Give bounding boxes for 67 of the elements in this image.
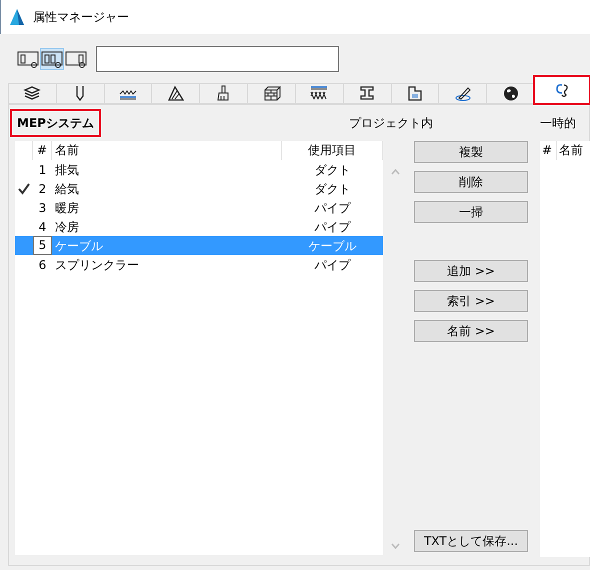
view-button[interactable]	[40, 48, 64, 70]
column-header[interactable]: #	[540, 141, 557, 160]
profile-lines-icon	[310, 85, 328, 102]
row-name: 排気	[54, 162, 80, 178]
row-name: 給気	[54, 180, 80, 198]
tab[interactable]	[247, 83, 295, 104]
row-name: ケーブル	[54, 238, 104, 254]
tab[interactable]	[199, 83, 248, 104]
column-header[interactable]: 名前	[52, 141, 282, 160]
column-header[interactable]: 使用項目	[282, 141, 383, 160]
list-row[interactable]: 4 冷房 パイプ	[15, 217, 383, 236]
scroll-down-icon	[391, 543, 400, 549]
panel-heading: MEPシステム	[10, 109, 101, 137]
scroll-up-icon	[391, 169, 400, 175]
app-logo-icon	[9, 8, 25, 26]
tab[interactable]	[390, 83, 438, 104]
tab[interactable]	[151, 83, 200, 104]
row-number: 4	[38, 218, 48, 236]
zone-icon	[406, 85, 424, 102]
list-row[interactable]: 2 給気 ダクト	[15, 179, 383, 198]
row-usage: パイプ	[314, 256, 352, 274]
action-button[interactable]: 名前 >>	[414, 320, 528, 342]
tab[interactable]	[104, 83, 152, 104]
row-number: 2	[38, 180, 48, 198]
split-view-icon	[41, 48, 63, 68]
tab[interactable]	[8, 83, 56, 104]
window-title: 属性マネージャー	[33, 9, 129, 26]
row-name: 冷房	[54, 218, 80, 236]
hatch-icon	[166, 85, 185, 102]
list-row[interactable]: 3 暖房 パイプ	[15, 198, 383, 217]
tab[interactable]	[438, 83, 486, 104]
search-field[interactable]	[96, 46, 339, 72]
row-usage: ケーブル	[308, 238, 358, 254]
globe-icon	[502, 85, 520, 102]
right-view-icon	[65, 48, 87, 68]
row-usage: ダクト	[314, 162, 352, 178]
action-button[interactable]: 一掃	[414, 201, 528, 223]
tab[interactable]	[486, 83, 534, 104]
layers-icon	[23, 85, 42, 102]
row-usage: パイプ	[314, 200, 352, 216]
number-field[interactable]: 5	[33, 236, 52, 255]
column-header[interactable]: 名前	[557, 141, 585, 160]
row-number: 3	[38, 200, 48, 216]
row-usage: ダクト	[314, 180, 352, 198]
panel-title: 一時的	[540, 115, 576, 132]
list-row[interactable]: 1 排気 ダクト	[15, 160, 383, 179]
action-button[interactable]: 削除	[414, 171, 528, 193]
action-button[interactable]: 索引 >>	[414, 290, 528, 312]
action-button[interactable]: 追加 >>	[414, 260, 528, 282]
row-name: 暖房	[54, 200, 80, 216]
column-header[interactable]: #	[33, 141, 52, 160]
tab[interactable]	[56, 83, 104, 104]
brick-icon	[262, 85, 281, 102]
pencil-surface-icon	[454, 85, 472, 102]
save-txt-button[interactable]: TXTとして保存...	[414, 530, 528, 552]
tab[interactable]	[294, 83, 343, 104]
row-usage: パイプ	[314, 218, 352, 236]
row-number: 1	[38, 162, 48, 178]
tab[interactable]	[342, 83, 391, 104]
panel-title: プロジェクト内	[348, 115, 433, 132]
list-row[interactable]: 6 スプリンクラー パイプ	[15, 255, 383, 274]
selected-row[interactable]: 5 ケーブル ケーブル	[15, 236, 383, 255]
row-number: 6	[38, 256, 48, 274]
left-view-icon	[17, 48, 39, 68]
beam-icon	[358, 85, 376, 102]
action-button[interactable]: 複製	[414, 141, 528, 163]
row-name: スプリンクラー	[54, 256, 140, 274]
